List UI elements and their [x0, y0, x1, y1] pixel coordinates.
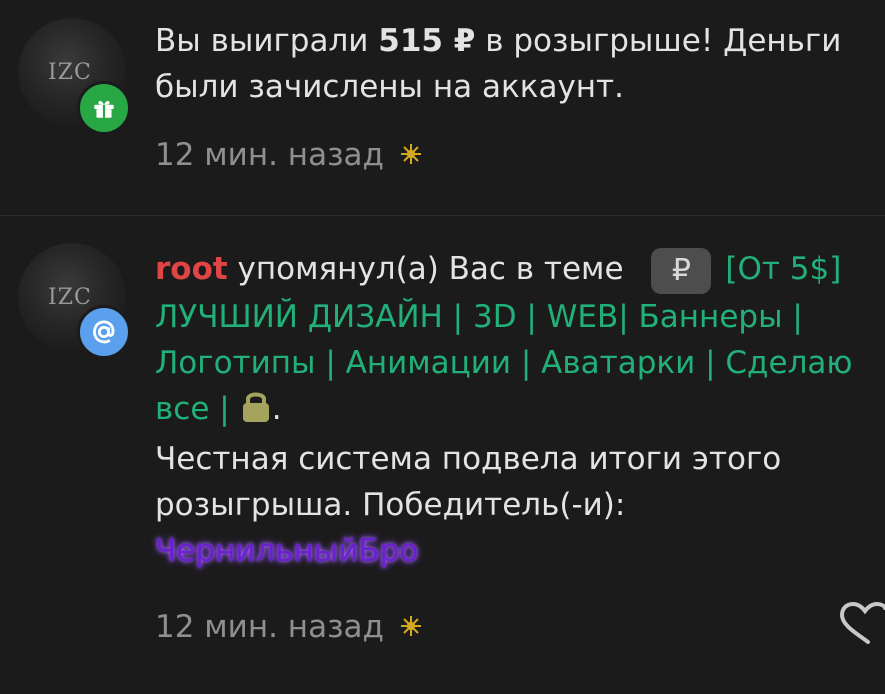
notification-meta: 12 мин. назад: [155, 135, 422, 175]
timestamp: 12 мин. назад: [155, 609, 384, 645]
prize-amount: 515 ₽: [378, 23, 476, 59]
notification-text-start: Вы выиграли: [155, 23, 379, 59]
mention-text: упомянул(а) Вас в теме: [227, 251, 634, 287]
winner-username[interactable]: ЧернильныйБро: [155, 533, 418, 569]
sparkle-icon: [400, 135, 422, 175]
notification-text: Вы выиграли 515 ₽ в розыгрыше! Деньги бы…: [155, 18, 885, 110]
heart-icon[interactable]: [838, 599, 885, 653]
notification-item[interactable]: IZC Вы выиграли 515 ₽ в розыгрыше! Деньг…: [0, 0, 885, 216]
timestamp: 12 мин. назад: [155, 137, 384, 173]
giveaway-message: Честная система подвела итоги этого розы…: [155, 440, 782, 523]
notification-feed: IZC Вы выиграли 515 ₽ в розыгрыше! Деньг…: [0, 0, 885, 694]
avatar-logo: IZC: [48, 60, 92, 85]
thread-suffix: .: [271, 390, 282, 427]
sparkle-icon: [400, 607, 422, 647]
notification-meta: 12 мин. назад: [155, 607, 422, 647]
notification-text: root упомянул(а) Вас в теме ₽ [От 5$] ЛУЧ…: [155, 246, 885, 574]
username-link[interactable]: root: [155, 251, 228, 287]
lock-icon: [240, 389, 272, 436]
avatar-logo: IZC: [48, 285, 92, 310]
gift-icon: [77, 81, 131, 135]
notification-item[interactable]: IZC root упомянул(а) Вас в теме ₽ [От 5$]…: [0, 216, 885, 694]
at-sign-icon: [77, 305, 131, 359]
thread-prefix: ₽: [651, 247, 712, 294]
